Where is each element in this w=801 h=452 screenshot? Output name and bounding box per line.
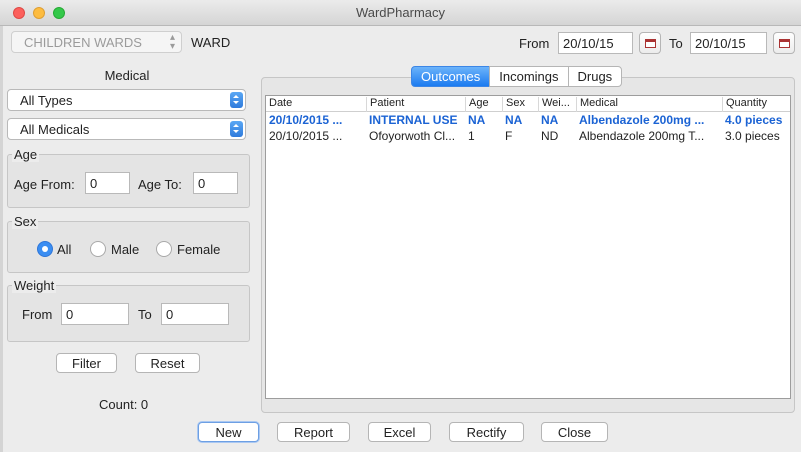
calendar-icon bbox=[779, 39, 790, 48]
cell-sex: NA bbox=[505, 113, 523, 127]
date-from-label: From bbox=[519, 36, 550, 51]
weight-to-label: To bbox=[138, 307, 152, 322]
outcomes-table: Date Patient Age Sex Wei... Medical Quan… bbox=[265, 95, 791, 399]
medical-select[interactable]: All Medicals bbox=[7, 118, 246, 140]
calendar-icon bbox=[645, 39, 656, 48]
weight-legend: Weight bbox=[12, 278, 57, 293]
medical-select-value: All Medicals bbox=[20, 122, 90, 137]
cell-medical: Albendazole 200mg ... bbox=[579, 113, 705, 127]
cell-quantity: 3.0 pieces bbox=[725, 129, 780, 143]
date-from-field[interactable]: 20/10/15 bbox=[558, 32, 633, 54]
tab-drugs[interactable]: Drugs bbox=[567, 66, 623, 87]
window-edge bbox=[0, 26, 3, 452]
cell-patient: Ofoyorwoth Cl... bbox=[369, 129, 456, 143]
cell-quantity: 4.0 pieces bbox=[725, 113, 783, 127]
table-header: Date Patient Age Sex Wei... Medical Quan… bbox=[266, 96, 790, 112]
date-from-calendar-button[interactable] bbox=[639, 32, 661, 54]
reset-button[interactable]: Reset bbox=[135, 353, 200, 373]
column-header-date[interactable]: Date bbox=[266, 97, 366, 112]
tab-bar: Outcomes Incomings Drugs bbox=[411, 66, 623, 88]
tab-incomings[interactable]: Incomings bbox=[489, 66, 569, 87]
sex-female-radio[interactable] bbox=[156, 241, 172, 257]
updown-chevron-icon: ▴ ▾ bbox=[169, 32, 175, 52]
cell-age: NA bbox=[468, 113, 486, 127]
excel-button[interactable]: Excel bbox=[368, 422, 431, 442]
type-select-value: All Types bbox=[20, 93, 73, 108]
age-from-field[interactable]: 0 bbox=[85, 172, 130, 194]
column-header-weight[interactable]: Wei... bbox=[538, 97, 576, 112]
cell-weight: NA bbox=[541, 113, 559, 127]
sex-female-label: Female bbox=[177, 242, 221, 257]
column-header-patient[interactable]: Patient bbox=[366, 97, 465, 112]
count-label: Count: 0 bbox=[99, 397, 149, 412]
select-arrows-icon bbox=[230, 121, 243, 137]
ward-label: WARD bbox=[191, 35, 231, 50]
age-to-field[interactable]: 0 bbox=[193, 172, 238, 194]
cell-patient: INTERNAL USE bbox=[369, 113, 458, 127]
tab-outcomes[interactable]: Outcomes bbox=[411, 66, 491, 87]
column-header-medical[interactable]: Medical bbox=[576, 97, 722, 112]
cell-medical: Albendazole 200mg T... bbox=[579, 129, 705, 143]
column-header-quantity[interactable]: Quantity bbox=[722, 97, 790, 112]
date-to-field[interactable]: 20/10/15 bbox=[690, 32, 767, 54]
table-row[interactable]: 20/10/2015 ... INTERNAL USE NA NA NA Alb… bbox=[266, 113, 790, 129]
new-button[interactable]: New bbox=[198, 422, 259, 442]
weight-to-field[interactable]: 0 bbox=[161, 303, 229, 325]
age-legend: Age bbox=[12, 147, 40, 162]
close-button[interactable]: Close bbox=[541, 422, 608, 442]
age-to-label: Age To: bbox=[138, 177, 182, 192]
window-title: WardPharmacy bbox=[355, 5, 446, 20]
age-from-label: Age From: bbox=[14, 177, 75, 192]
date-to-label: To bbox=[669, 36, 683, 51]
column-header-age[interactable]: Age bbox=[465, 97, 502, 112]
sex-legend: Sex bbox=[12, 214, 39, 229]
ward-combo: CHILDREN WARDS ▴ ▾ bbox=[11, 31, 182, 53]
medical-title: Medical bbox=[104, 68, 150, 83]
date-to-calendar-button[interactable] bbox=[773, 32, 795, 54]
cell-age: 1 bbox=[468, 129, 475, 143]
weight-from-field[interactable]: 0 bbox=[61, 303, 129, 325]
filter-button[interactable]: Filter bbox=[56, 353, 117, 373]
sex-all-label: All bbox=[57, 242, 72, 257]
rectify-button[interactable]: Rectify bbox=[449, 422, 524, 442]
column-header-sex[interactable]: Sex bbox=[502, 97, 538, 112]
sex-male-radio[interactable] bbox=[90, 241, 106, 257]
type-select[interactable]: All Types bbox=[7, 89, 246, 111]
weight-from-label: From bbox=[22, 307, 53, 322]
cell-date: 20/10/2015 ... bbox=[269, 129, 343, 143]
cell-weight: ND bbox=[541, 129, 559, 143]
select-arrows-icon bbox=[230, 92, 243, 108]
cell-sex: F bbox=[505, 129, 513, 143]
report-button[interactable]: Report bbox=[277, 422, 350, 442]
sex-all-radio[interactable] bbox=[37, 241, 53, 257]
cell-date: 20/10/2015 ... bbox=[269, 113, 343, 127]
table-row[interactable]: 20/10/2015 ... Ofoyorwoth Cl... 1 F ND A… bbox=[266, 129, 790, 145]
ward-combo-value: CHILDREN WARDS bbox=[24, 35, 142, 50]
sex-male-label: Male bbox=[111, 242, 140, 257]
